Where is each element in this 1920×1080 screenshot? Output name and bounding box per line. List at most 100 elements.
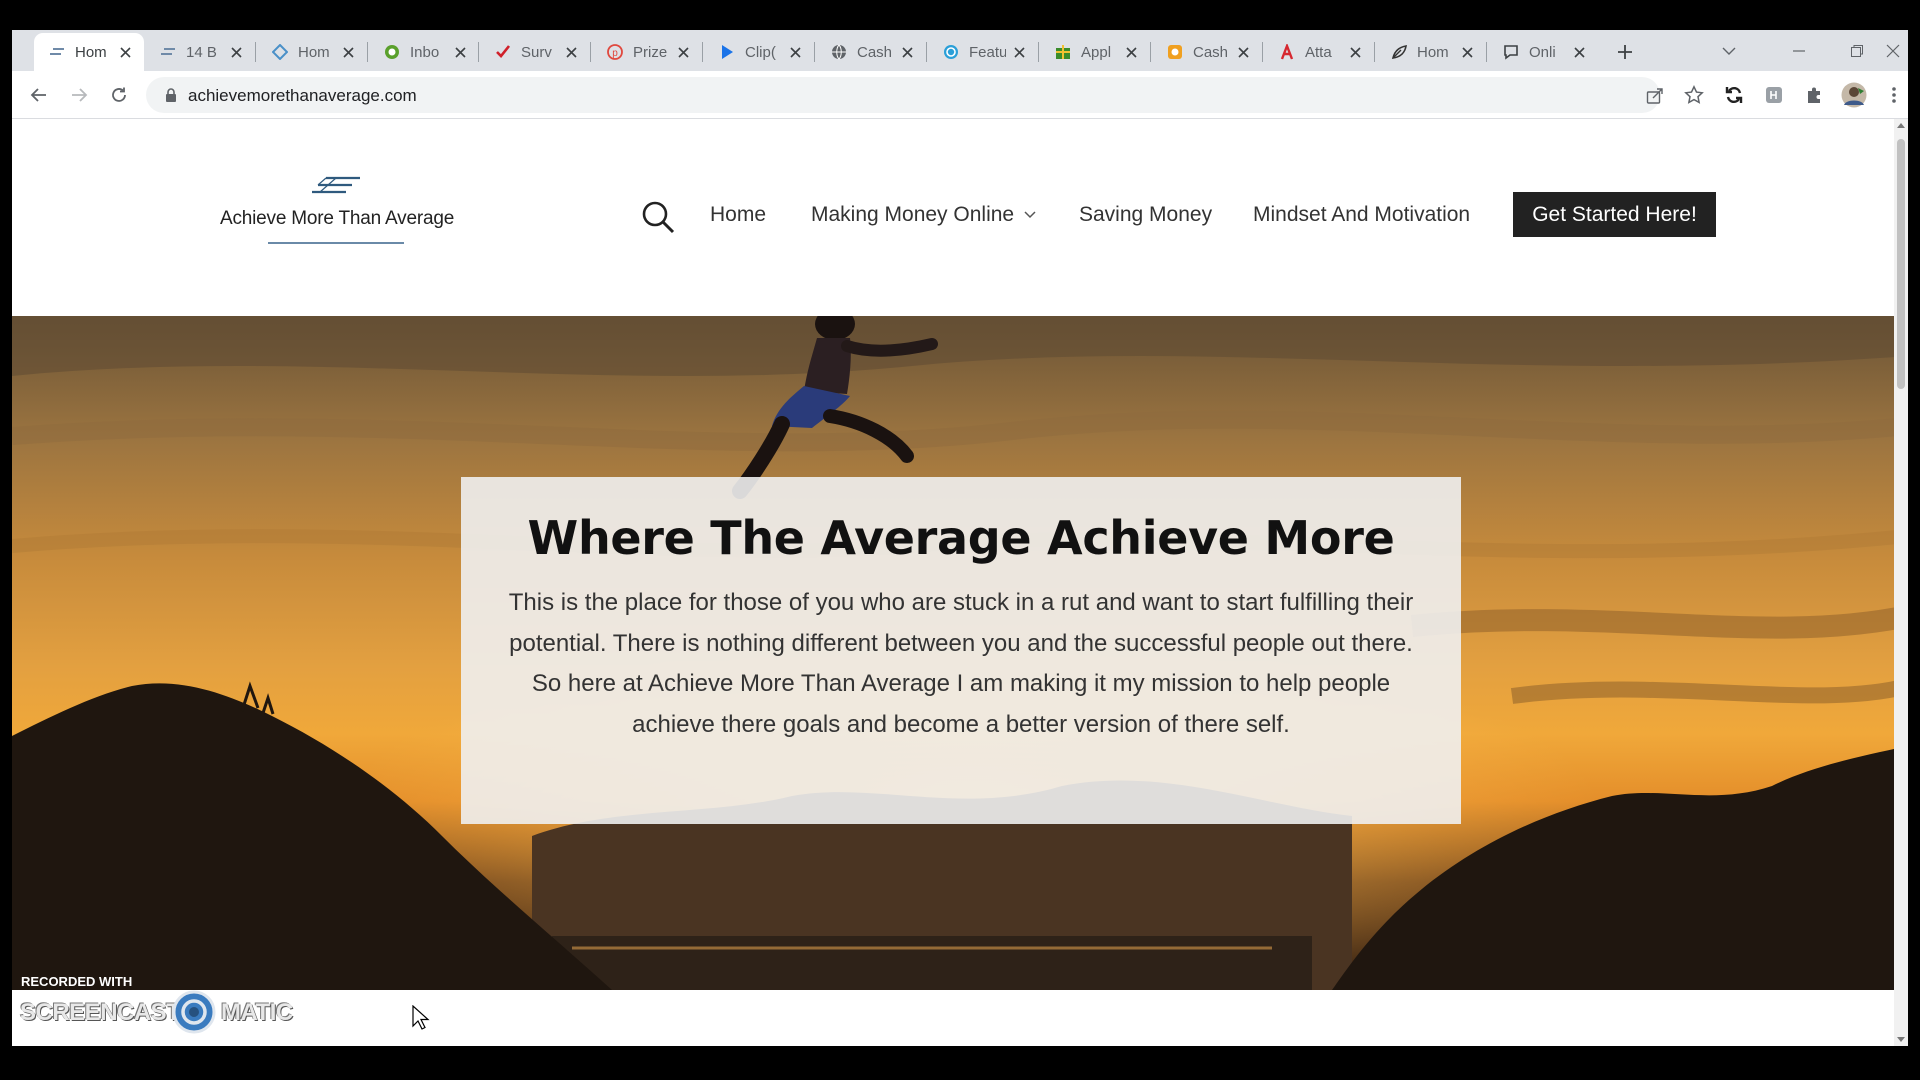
tab-title: Clip(	[745, 43, 776, 61]
tab-separator	[1486, 42, 1487, 62]
nav-home-label: Home	[710, 203, 767, 226]
minimize-button[interactable]	[1776, 30, 1822, 71]
tab-close-icon[interactable]	[116, 43, 134, 61]
puzzle-icon	[1808, 87, 1820, 103]
tab-separator	[367, 42, 368, 62]
site-logo[interactable]: Achieve More Than Average	[220, 173, 454, 253]
kebab-menu-icon	[1892, 87, 1896, 103]
nav-making-money-online-label: Making Money Online	[811, 203, 1015, 226]
nav-saving-money[interactable]: Saving Money	[1079, 203, 1212, 227]
scroll-down-icon[interactable]	[1897, 1037, 1905, 1042]
screen: Hom 14 B Hom Inbo Surv p Prize Clip( Cash Featu Ap…	[0, 0, 1920, 1080]
red-checkmark-icon	[494, 43, 512, 61]
tab-close-icon[interactable]	[786, 43, 804, 61]
close-icon	[1886, 44, 1900, 57]
tab-title: Surv	[521, 43, 552, 61]
tab-close-icon[interactable]	[1458, 43, 1476, 61]
tab-separator	[1262, 42, 1263, 62]
tab-search-button[interactable]	[1706, 30, 1752, 71]
browser-tab[interactable]: Onli	[1488, 33, 1598, 71]
share-button[interactable]	[1644, 85, 1666, 107]
tab-separator	[478, 42, 479, 62]
extensions-menu-button[interactable]	[1799, 80, 1829, 110]
nav-saving-money-label: Saving Money	[1079, 203, 1213, 226]
browser-tab[interactable]: Cash	[1152, 33, 1262, 71]
extension-button[interactable]	[1759, 80, 1789, 110]
scrollbar-thumb[interactable]	[1897, 139, 1905, 389]
browser-tab[interactable]: 14 B	[145, 33, 255, 71]
tab-close-icon[interactable]	[339, 43, 357, 61]
lock-icon[interactable]	[162, 86, 180, 104]
tab-close-icon[interactable]	[674, 43, 692, 61]
tab-separator	[590, 42, 591, 62]
browser-tab[interactable]: Atta	[1264, 33, 1374, 71]
close-window-button[interactable]	[1870, 30, 1908, 71]
extension-sync-button[interactable]	[1719, 80, 1749, 110]
stairs-logo-icon	[312, 176, 360, 194]
nav-mindset-and-motivation-label: Mindset And Motivation	[1253, 203, 1471, 226]
avatar	[1841, 82, 1867, 108]
star-icon	[1684, 85, 1704, 104]
browser-menu-button[interactable]	[1879, 80, 1908, 110]
tab-title: 14 B	[186, 43, 217, 61]
tab-close-icon[interactable]	[1234, 43, 1252, 61]
browser-tab[interactable]: Appl	[1040, 33, 1150, 71]
share-icon	[1646, 88, 1663, 104]
browser-tab[interactable]: Clip(	[704, 33, 814, 71]
watermark-brand-left: SCREENCAST	[20, 999, 181, 1026]
tab-title: Atta	[1305, 43, 1332, 61]
site-search-button[interactable]	[640, 199, 676, 235]
tab-close-icon[interactable]	[451, 43, 469, 61]
forward-button[interactable]	[64, 80, 94, 110]
tab-close-icon[interactable]	[562, 43, 580, 61]
tab-title: Cash	[1193, 43, 1229, 61]
browser-tab[interactable]: Cash	[816, 33, 926, 71]
tab-title: Inbo	[410, 43, 440, 61]
tab-separator	[1150, 42, 1151, 62]
web-page: Achieve More Than Average Home Making Mo…	[12, 119, 1908, 1046]
minimize-icon	[1793, 49, 1805, 52]
browser-tab[interactable]: Hom	[1376, 33, 1486, 71]
reload-icon	[112, 87, 126, 102]
browser-tab[interactable]: p Prize	[592, 33, 702, 71]
back-button[interactable]	[24, 80, 54, 110]
nav-home[interactable]: Home	[710, 203, 766, 227]
browser-tab[interactable]: Featu	[928, 33, 1038, 71]
tab-title: Hom	[298, 43, 330, 61]
screencast-logo-icon	[172, 990, 216, 1034]
tab-title: Cash	[857, 43, 893, 61]
tab-close-icon[interactable]	[227, 43, 245, 61]
globe-icon	[830, 43, 848, 61]
tab-close-icon[interactable]	[1570, 43, 1588, 61]
tab-close-icon[interactable]	[1122, 43, 1140, 61]
nav-making-money-online[interactable]: Making Money Online	[811, 203, 1036, 227]
browser-tab[interactable]: Inbo	[369, 33, 479, 71]
tab-separator	[814, 42, 815, 62]
scroll-up-icon[interactable]	[1897, 123, 1905, 128]
get-started-button[interactable]: Get Started Here!	[1513, 192, 1716, 237]
profile-button[interactable]	[1839, 80, 1869, 110]
hero-card: Where The Average Achieve More This is t…	[461, 477, 1461, 824]
extension-square-icon	[1766, 87, 1782, 103]
green-circle-icon	[383, 43, 401, 61]
reload-button[interactable]	[104, 80, 134, 110]
address-bar[interactable]: achievemorethanaverage.com	[146, 77, 1663, 113]
recorded-with-text: RECORDED WITH	[21, 974, 133, 989]
svg-text:p: p	[612, 48, 618, 59]
browser-tab[interactable]: Hom	[257, 33, 367, 71]
nav-mindset-and-motivation[interactable]: Mindset And Motivation	[1253, 203, 1470, 227]
tab-close-icon[interactable]	[898, 43, 916, 61]
page-scrollbar[interactable]	[1894, 119, 1908, 1046]
url-text[interactable]: achievemorethanaverage.com	[188, 86, 417, 106]
tab-separator	[1038, 42, 1039, 62]
bookmark-button[interactable]	[1679, 80, 1709, 110]
tab-close-icon[interactable]	[1346, 43, 1364, 61]
new-tab-button[interactable]	[1612, 39, 1638, 65]
browser-tab[interactable]: Hom	[34, 33, 144, 71]
achieve-logo-icon	[159, 43, 177, 61]
hero-description: This is the place for those of you who a…	[508, 589, 1414, 738]
watermark-brand-right: MATIC	[221, 999, 293, 1026]
browser-tab[interactable]: Surv	[480, 33, 590, 71]
tab-close-icon[interactable]	[1010, 43, 1028, 61]
hero-section: Where The Average Achieve More This is t…	[12, 316, 1908, 990]
